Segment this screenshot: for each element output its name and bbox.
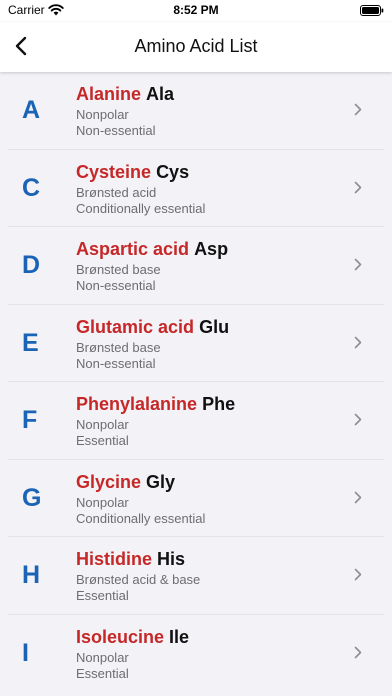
letter-label: D [22, 251, 41, 279]
letter-label: A [22, 96, 41, 124]
property-label: Brønsted acid [76, 184, 157, 200]
property-label: Nonpolar [76, 494, 129, 510]
letter-label: G [22, 483, 42, 512]
amino-acid-abbr: Asp [194, 239, 229, 259]
amino-acid-name: Phenylalanine [76, 394, 198, 414]
property-label: Nonpolar [76, 649, 129, 665]
essentiality-label: Non-essential [76, 123, 156, 138]
chevron-right-icon [354, 413, 362, 426]
chevron-right-icon [354, 336, 362, 348]
amino-acid-name: Alanine [76, 84, 142, 104]
essentiality-label: Essential [76, 588, 129, 603]
chevron-right-icon [354, 491, 362, 503]
amino-acid-abbr: Ala [146, 84, 175, 104]
essentiality-label: Essential [76, 665, 129, 681]
battery-icon [360, 5, 384, 16]
amino-acid-name: Histidine [76, 549, 153, 569]
list-item[interactable]: E Glutamic acid Glu Brønsted base Non-es… [0, 304, 392, 382]
letter-label: C [22, 173, 41, 202]
essentiality-label: Non-essential [76, 355, 156, 371]
list-item[interactable]: F Phenylalanine Phe Nonpolar Essential [0, 382, 392, 460]
amino-acid-abbr: Ile [169, 626, 190, 647]
amino-acid-abbr: His [157, 549, 186, 569]
title-line: Aspartic acid Asp [76, 239, 228, 260]
chevron-right-icon [354, 258, 362, 271]
title-line: Glutamic acid Glu [76, 317, 229, 338]
amino-acid-abbr: Cys [156, 161, 190, 182]
navigation-bar: Amino Acid List [0, 22, 392, 72]
property-label: Brønsted base [76, 339, 161, 355]
amino-acid-abbr: Gly [146, 471, 176, 492]
amino-acid-name: Glycine [76, 471, 142, 492]
title-line: Phenylalanine Phe [76, 394, 235, 415]
status-time: 8:52 PM [173, 3, 219, 17]
essentiality-label: Conditionally essential [76, 510, 206, 526]
amino-acid-name: Aspartic acid [76, 239, 190, 259]
chevron-right-icon [354, 103, 362, 116]
title-line: Glycine Gly [76, 472, 175, 493]
list-item[interactable]: C Cysteine Cys Brønsted acid Conditional… [0, 149, 392, 227]
list-item[interactable]: H Histidine His Brønsted acid & base Ess… [0, 537, 392, 615]
list-item[interactable]: G Glycine Gly Nonpolar Conditionally ess… [0, 459, 392, 537]
list-item[interactable]: A Alanine Ala Nonpolar Non-essential [0, 72, 392, 150]
essentiality-label: Non-essential [76, 278, 156, 293]
page-title: Amino Acid List [134, 36, 258, 56]
property-label: Brønsted acid & base [76, 572, 201, 587]
essentiality-label: Essential [76, 433, 129, 448]
amino-acid-name: Isoleucine [76, 626, 165, 647]
property-label: Nonpolar [76, 417, 129, 432]
amino-acid-abbr: Glu [199, 316, 230, 337]
title-line: Isoleucine Ile [76, 627, 189, 648]
amino-acid-abbr: Phe [202, 394, 236, 414]
list-item[interactable]: I Isoleucine Ile Nonpolar Essential [0, 614, 392, 692]
letter-label: F [22, 406, 38, 434]
letter-label: E [22, 328, 39, 357]
status-bar: Carrier 8:52 PM [0, 0, 392, 22]
title-line: Alanine Ala [76, 84, 174, 105]
title-line: Cysteine Cys [76, 162, 189, 183]
amino-acid-name: Glutamic acid [76, 316, 195, 337]
amino-acid-name: Cysteine [76, 161, 152, 182]
list-item[interactable]: D Aspartic acid Asp Brønsted base Non-es… [0, 227, 392, 305]
property-label: Nonpolar [76, 107, 129, 122]
chevron-right-icon [354, 646, 362, 658]
chevron-right-icon [354, 181, 362, 193]
property-label: Brønsted base [76, 262, 161, 277]
essentiality-label: Conditionally essential [76, 200, 206, 216]
chevron-right-icon [354, 568, 362, 581]
letter-label: I [22, 638, 29, 667]
title-line: Histidine His [76, 549, 185, 570]
letter-label: H [22, 561, 41, 589]
